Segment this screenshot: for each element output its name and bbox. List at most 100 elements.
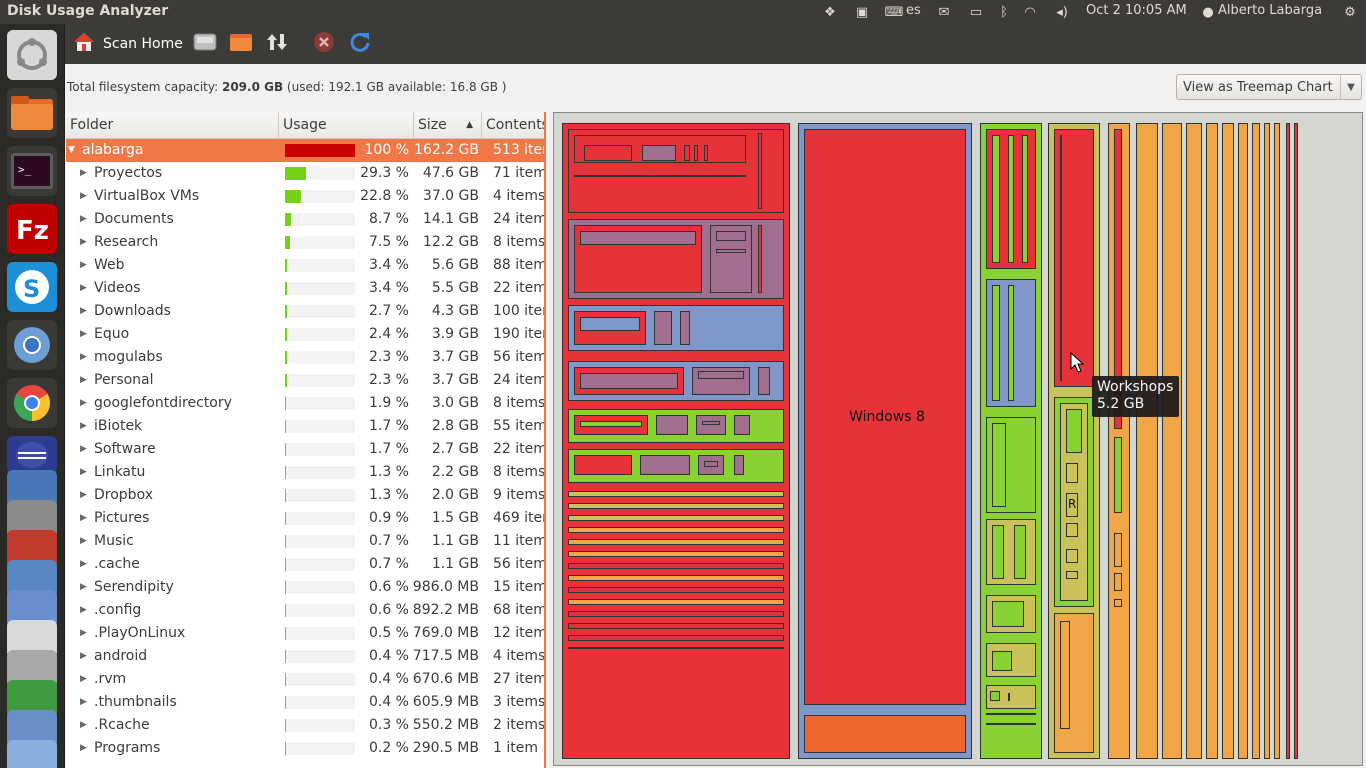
treemap-cell[interactable] [1136, 123, 1158, 759]
scan-folder-button[interactable] [229, 32, 253, 56]
treemap-cell[interactable] [1114, 599, 1122, 607]
table-row[interactable]: ▶.PlayOnLinux 0.5 %769.0 MB 12 items [66, 622, 544, 645]
treemap-cell[interactable] [702, 421, 720, 425]
table-row[interactable]: ▶ .Rcache 0.3 % 550.2 MB 2 items [66, 714, 544, 737]
table-row[interactable]: ▶Documents 8.7 % 14.1 GB 24 items [66, 208, 544, 231]
treemap-cell[interactable] [568, 515, 784, 521]
treemap-cell[interactable] [1066, 463, 1078, 483]
treemap-cell[interactable] [580, 373, 678, 389]
expander-collapsed-icon[interactable]: ▶ [80, 530, 90, 553]
table-row[interactable]: ▶ googlefontdirectory 1.9 % 3.0 GB 8 items [66, 392, 544, 415]
table-row[interactable]: ▶iBiotek 1.7 % 2.8 GB 55 items [66, 415, 544, 438]
view-as-chart-dropdown[interactable]: View as Treemap Chart ▼ [1176, 74, 1362, 100]
clock[interactable]: Oct 2 10:05 AM [1086, 3, 1187, 18]
wifi-icon[interactable]: ◠ [1020, 3, 1040, 21]
dropbox-icon[interactable]: ❖ [820, 3, 840, 21]
expander-collapsed-icon[interactable]: ▶ [80, 691, 90, 714]
treemap-cell[interactable] [1022, 135, 1028, 263]
treemap-cell[interactable] [990, 691, 1000, 701]
treemap-cell[interactable] [1066, 409, 1082, 453]
battery-icon[interactable]: ▭ [966, 3, 986, 21]
treemap-cell[interactable] [1162, 123, 1182, 759]
expander-collapsed-icon[interactable]: ▶ [80, 254, 90, 277]
table-row[interactable]: ▶Personal 2.3 % 3.7 GB 24 items [66, 369, 544, 392]
treemap-cell[interactable] [992, 135, 1000, 263]
treemap-chart[interactable]: Windows 8 R [553, 112, 1363, 766]
expander-collapsed-icon[interactable]: ▶ [80, 369, 90, 392]
table-row[interactable]: ▶.rvm 0.4 %670.6 MB 27 items [66, 668, 544, 691]
expander-collapsed-icon[interactable]: ▶ [80, 185, 90, 208]
keyboard-icon[interactable]: ⌨ [884, 3, 904, 21]
treemap-cell[interactable] [568, 539, 784, 545]
terminal-icon[interactable]: >_ [7, 146, 57, 196]
table-row[interactable]: ▶ VirtualBox VMs 22.8 % 37.0 GB 4 items [66, 185, 544, 208]
treemap-cell[interactable] [1114, 573, 1122, 591]
expander-collapsed-icon[interactable]: ▶ [80, 484, 90, 507]
treemap-cell[interactable] [804, 715, 966, 753]
treemap-cell[interactable] [992, 285, 1000, 401]
treemap-cell[interactable] [758, 225, 762, 293]
table-row[interactable]: ▶Music 0.7 % 1.1 GB 11 items [66, 530, 544, 553]
treemap-cell[interactable] [568, 635, 784, 641]
treemap-cell[interactable] [1238, 123, 1248, 759]
treemap-cell[interactable] [986, 713, 1036, 715]
treemap-cell[interactable] [568, 503, 784, 509]
expander-collapsed-icon[interactable]: ▶ [80, 438, 90, 461]
treemap-cell[interactable] [694, 145, 698, 161]
treemap-cell[interactable] [1294, 123, 1298, 759]
treemap-cell[interactable] [992, 651, 1012, 671]
expander-collapsed-icon[interactable]: ▶ [80, 645, 90, 668]
table-row[interactable]: ▶Equo 2.4 % 3.9 GB 190 items [66, 323, 544, 346]
expander-collapsed-icon[interactable]: ▶ [80, 553, 90, 576]
treemap-cell[interactable] [568, 551, 784, 557]
treemap-cell[interactable] [1274, 123, 1280, 759]
treemap-cell[interactable] [642, 145, 676, 161]
table-row[interactable]: ▶Web 3.4 % 5.6 GB 88 items [66, 254, 544, 277]
dash-icon[interactable] [7, 30, 57, 80]
treemap-cell[interactable] [716, 231, 746, 241]
table-row[interactable]: ▶Software 1.7 % 2.7 GB 22 items [66, 438, 544, 461]
treemap-cell[interactable] [1206, 123, 1218, 759]
expander-collapsed-icon[interactable]: ▶ [80, 461, 90, 484]
treemap-cell[interactable] [734, 415, 750, 435]
chromium-icon[interactable] [7, 320, 57, 370]
treemap-cell[interactable] [1286, 123, 1290, 759]
expander-expanded-icon[interactable]: ▼ [68, 139, 78, 162]
skype-icon[interactable]: S [7, 262, 57, 312]
treemap-cell[interactable] [568, 647, 784, 649]
treemap-cell[interactable] [640, 455, 690, 475]
table-row[interactable]: ▶ android 0.4 % 717.5 MB 4 items [66, 645, 544, 668]
table-row[interactable]: ▶ Dropbox 1.3 % 2.0 GB 9 items [66, 484, 544, 507]
treemap-cell[interactable] [992, 601, 1024, 627]
table-row[interactable]: ▶mogulabs 2.3 % 3.7 GB 56 items [66, 346, 544, 369]
treemap-cell[interactable] [580, 317, 640, 331]
treemap-cell[interactable] [568, 599, 784, 605]
treemap-cell[interactable] [1008, 285, 1014, 401]
treemap-cell[interactable] [758, 133, 762, 209]
treemap-cell[interactable] [1222, 123, 1234, 759]
expander-collapsed-icon[interactable]: ▶ [80, 714, 90, 737]
treemap-cell[interactable] [1066, 571, 1078, 579]
treemap-cell[interactable] [716, 249, 746, 253]
treemap-cell[interactable] [580, 231, 696, 245]
treemap-cell[interactable] [698, 371, 744, 379]
table-row[interactable]: ▶Videos 3.4 % 5.5 GB 22 items [66, 277, 544, 300]
table-row[interactable]: ▶Proyectos 29.3 % 47.6 GB 71 items [66, 162, 544, 185]
treemap-cell[interactable] [1252, 123, 1260, 759]
table-row[interactable]: ▶Pictures 0.9 % 1.5 GB 469 items [66, 507, 544, 530]
expander-collapsed-icon[interactable]: ▶ [80, 668, 90, 691]
treemap-cell[interactable] [568, 575, 784, 581]
table-row[interactable]: ▶ .thumbnails 0.4 % 605.9 MB 3 items [66, 691, 544, 714]
treemap-cell[interactable] [1060, 135, 1062, 381]
treemap-cell[interactable] [1066, 523, 1078, 537]
user-name[interactable]: Alberto Labarga [1218, 3, 1322, 18]
filezilla-icon[interactable]: Fz [7, 204, 57, 254]
chrome-icon[interactable] [7, 378, 57, 428]
treemap-cell[interactable] [654, 311, 672, 345]
network-error-icon[interactable]: ▣ [852, 3, 872, 21]
treemap-cell[interactable] [1114, 533, 1122, 567]
expander-collapsed-icon[interactable]: ▶ [80, 300, 90, 323]
expander-collapsed-icon[interactable]: ▶ [80, 599, 90, 622]
expander-collapsed-icon[interactable]: ▶ [80, 415, 90, 438]
treemap-cell[interactable] [1008, 693, 1010, 701]
